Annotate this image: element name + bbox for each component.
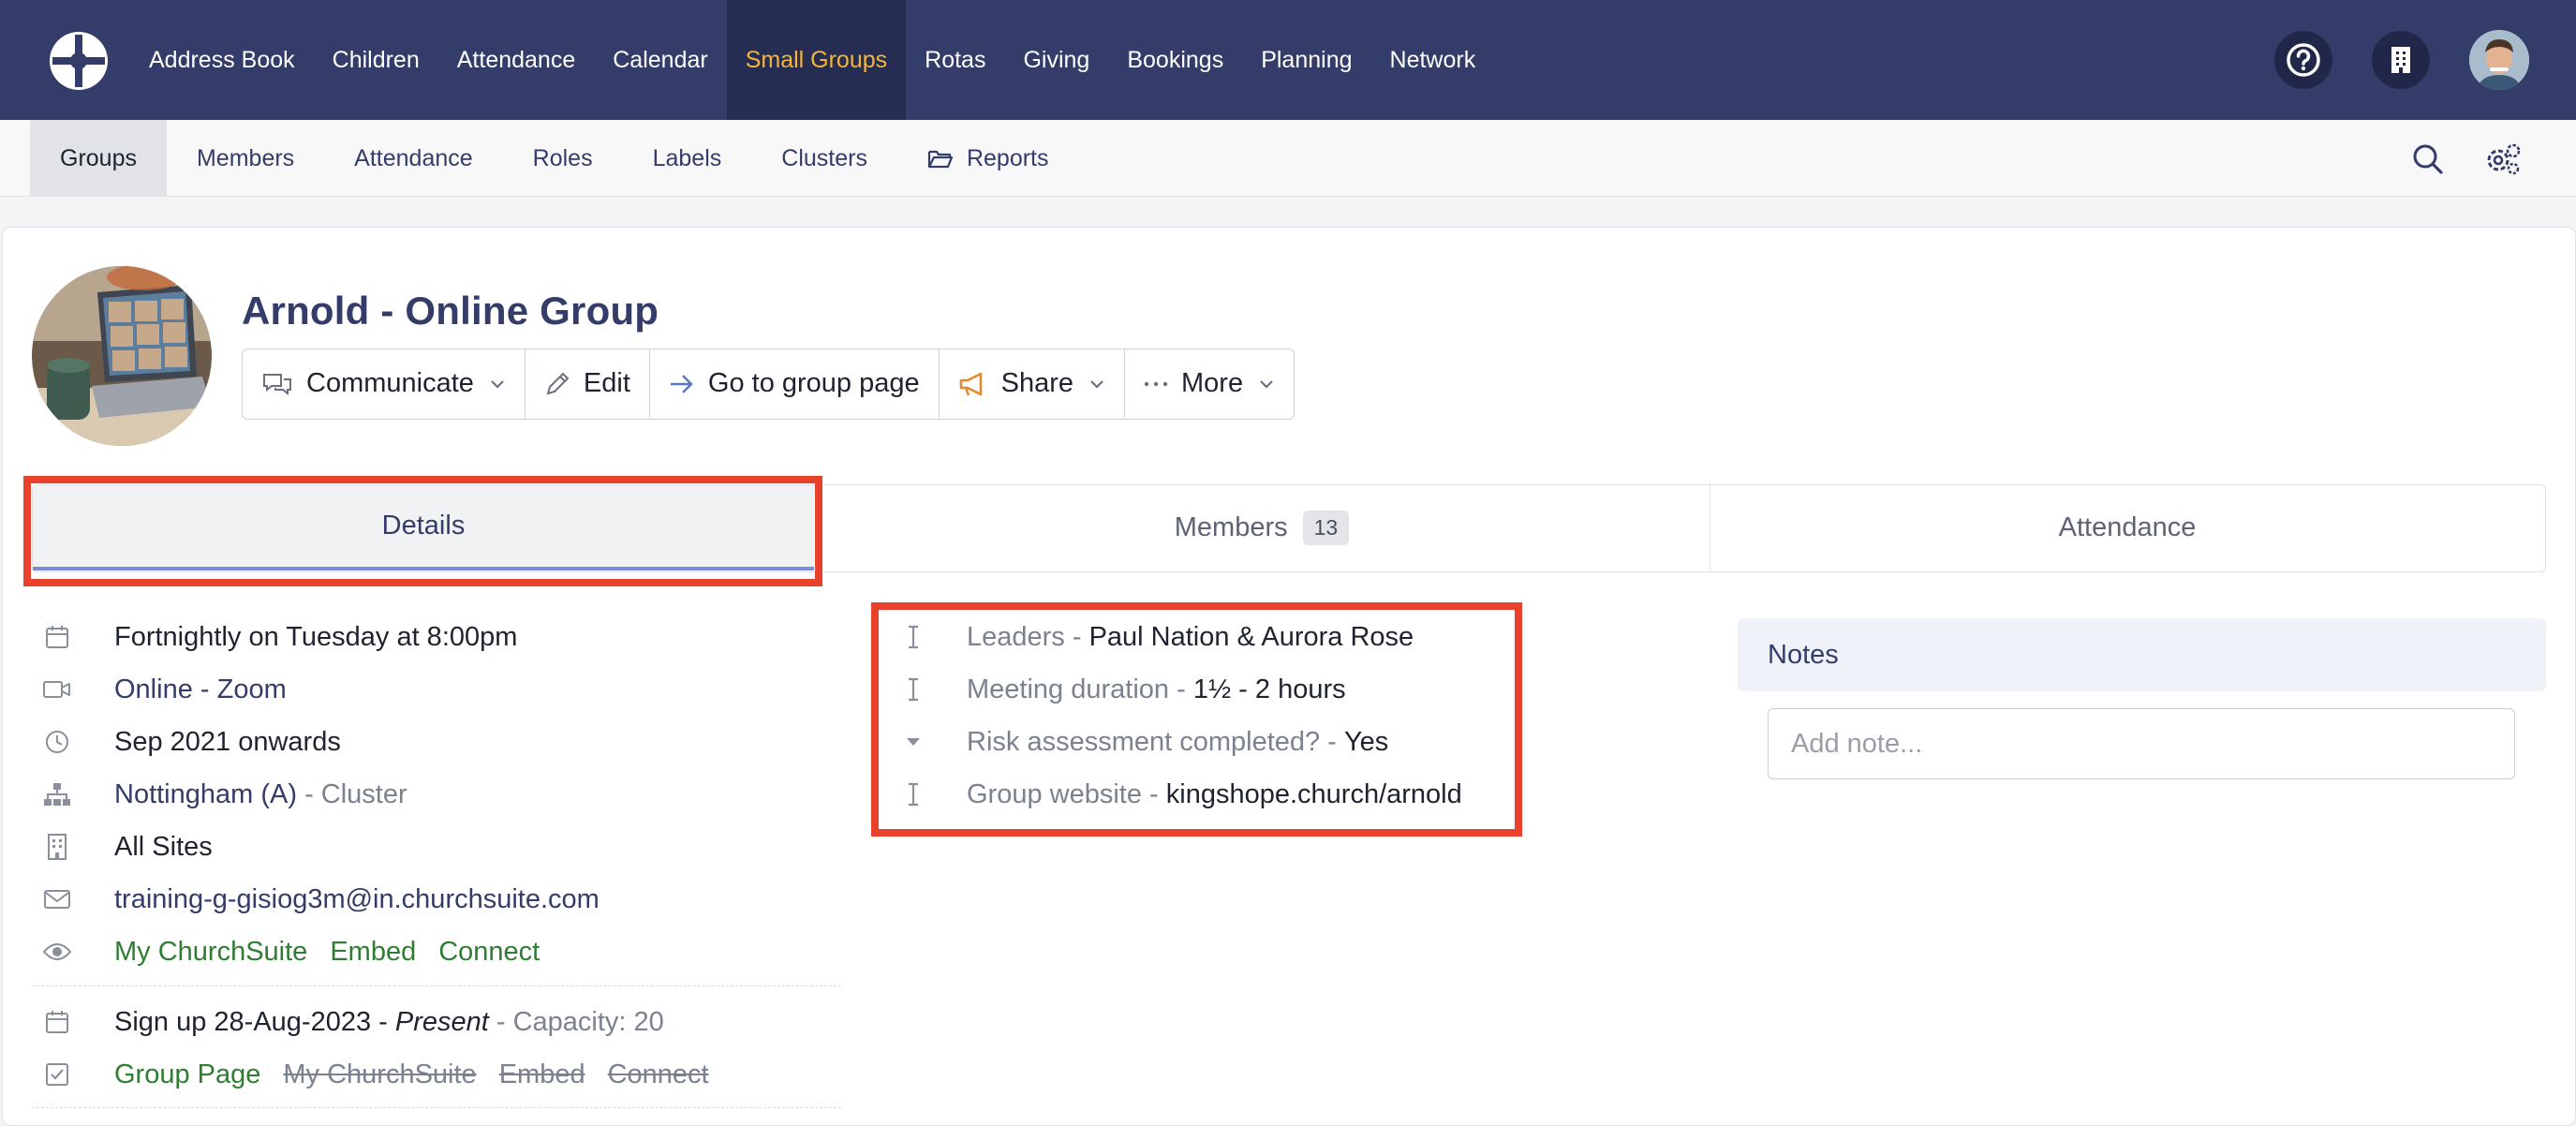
more-button[interactable]: More <box>1125 349 1294 418</box>
sites-button[interactable] <box>2372 31 2430 89</box>
subnav-item-members[interactable]: Members <box>167 120 324 197</box>
chevron-down-icon <box>489 378 506 390</box>
schedule-text: Fortnightly on Tuesday at 8:00pm <box>114 621 518 652</box>
detail-schedule: Fortnightly on Tuesday at 8:00pm <box>41 614 517 660</box>
detail-email: training-g-gisiog3m@in.churchsuite.com <box>41 876 600 923</box>
help-button[interactable] <box>2274 31 2332 89</box>
detail-signup-visibility: Group Page My ChurchSuite Embed Connect <box>41 1051 709 1098</box>
subnav-item-clusters[interactable]: Clusters <box>751 120 897 197</box>
site-text: All Sites <box>114 831 213 862</box>
sub-navigation-bar: Groups Members Attendance Roles Labels C… <box>0 120 2576 197</box>
sitemap-icon <box>41 781 73 807</box>
signup-group-page[interactable]: Group Page <box>114 1059 260 1090</box>
visibility-embed[interactable]: Embed <box>330 937 416 968</box>
group-action-bar: Communicate Edit Go to group page Share <box>242 348 1295 420</box>
subnav-item-groups[interactable]: Groups <box>30 120 167 197</box>
settings-button[interactable] <box>2482 139 2524 180</box>
tab-attendance[interactable]: Attendance <box>1710 485 2544 570</box>
members-count-badge: 13 <box>1302 511 1350 545</box>
search-button[interactable] <box>2407 139 2449 180</box>
eye-icon <box>41 941 73 962</box>
help-icon <box>2287 43 2320 77</box>
add-note-input[interactable] <box>1768 708 2515 779</box>
details-divider <box>32 1107 841 1108</box>
visibility-my-churchsuite[interactable]: My ChurchSuite <box>114 937 307 968</box>
signup-present: Present <box>394 1006 489 1037</box>
detail-cluster: Nottingham (A) - Cluster <box>41 771 407 818</box>
envelope-icon <box>41 888 73 911</box>
notes-header: Notes <box>1738 618 2546 691</box>
more-label: More <box>1181 368 1244 398</box>
dates-text: Sep 2021 onwards <box>114 726 341 757</box>
search-icon <box>2413 144 2443 174</box>
nav-item-small-groups[interactable]: Small Groups <box>726 0 907 120</box>
highlight-box-custom-fields <box>871 602 1522 837</box>
chat-icon <box>261 371 293 397</box>
edit-label: Edit <box>583 368 630 398</box>
pencil-icon <box>544 371 570 397</box>
signup-capacity: - Capacity: 20 <box>488 1006 664 1037</box>
cluster-link[interactable]: Nottingham (A) <box>114 779 297 810</box>
signup-my-churchsuite: My ChurchSuite <box>283 1059 477 1089</box>
signup-embed: Embed <box>498 1059 585 1089</box>
nav-item-children[interactable]: Children <box>314 0 438 120</box>
nav-item-network[interactable]: Network <box>1371 0 1495 120</box>
nav-item-bookings[interactable]: Bookings <box>1108 0 1242 120</box>
email-link[interactable]: training-g-gisiog3m@in.churchsuite.com <box>114 884 600 915</box>
tab-members-label: Members <box>1174 512 1288 542</box>
chevron-down-icon <box>1258 378 1275 390</box>
building-icon <box>2391 47 2410 73</box>
settings-icon <box>2487 143 2521 175</box>
clock-icon <box>41 729 73 755</box>
top-navigation-bar: Address Book Children Attendance Calenda… <box>0 0 2576 120</box>
detail-site: All Sites <box>41 823 213 870</box>
edit-button[interactable]: Edit <box>526 349 650 418</box>
arrow-right-icon <box>669 373 695 395</box>
nav-item-attendance[interactable]: Attendance <box>438 0 595 120</box>
share-button[interactable]: Share <box>940 349 1126 418</box>
highlight-box-details-tab <box>23 476 822 586</box>
nav-item-rotas[interactable]: Rotas <box>906 0 1004 120</box>
communicate-label: Communicate <box>306 368 474 398</box>
nav-item-address-book[interactable]: Address Book <box>130 0 314 120</box>
tab-members[interactable]: Members 13 <box>814 485 1710 570</box>
visibility-connect[interactable]: Connect <box>438 937 540 968</box>
detail-dates: Sep 2021 onwards <box>41 719 341 765</box>
group-title: Arnold - Online Group <box>242 289 659 333</box>
folder-open-icon <box>927 148 954 169</box>
communicate-button[interactable]: Communicate <box>243 349 526 418</box>
subnav-item-reports[interactable]: Reports <box>897 120 1079 197</box>
signup-prefix: Sign up 28-Aug-2023 - <box>114 1006 395 1037</box>
detail-signup: Sign up 28-Aug-2023 - Present - Capacity… <box>41 999 664 1045</box>
building-icon <box>41 833 73 861</box>
chevron-down-icon <box>1088 378 1105 390</box>
sub-nav: Groups Members Attendance Roles Labels C… <box>30 120 1079 197</box>
go-to-group-page-label: Go to group page <box>707 368 920 398</box>
subnav-reports-label: Reports <box>966 144 1049 171</box>
share-label: Share <box>1000 368 1074 398</box>
video-camera-icon <box>41 678 73 701</box>
user-avatar[interactable] <box>2469 30 2529 90</box>
megaphone-icon <box>958 371 988 397</box>
ellipsis-icon <box>1144 380 1168 388</box>
logo-icon[interactable] <box>47 29 111 93</box>
group-photo <box>32 266 212 446</box>
nav-item-planning[interactable]: Planning <box>1242 0 1370 120</box>
calendar-icon <box>41 1009 73 1035</box>
checkbox-icon <box>41 1062 73 1087</box>
cluster-suffix: - Cluster <box>297 778 407 809</box>
details-divider <box>32 985 841 986</box>
signup-connect: Connect <box>607 1059 709 1089</box>
subnav-item-attendance[interactable]: Attendance <box>324 120 503 197</box>
go-to-group-page-button[interactable]: Go to group page <box>650 349 940 418</box>
subnav-item-roles[interactable]: Roles <box>503 120 623 197</box>
subnav-item-labels[interactable]: Labels <box>623 120 752 197</box>
nav-item-giving[interactable]: Giving <box>1004 0 1108 120</box>
main-nav: Address Book Children Attendance Calenda… <box>130 0 1494 120</box>
calendar-icon <box>41 624 73 650</box>
nav-item-calendar[interactable]: Calendar <box>594 0 726 120</box>
detail-location: Online - Zoom <box>41 666 287 713</box>
detail-visibility: My ChurchSuite Embed Connect <box>41 928 540 975</box>
location-link[interactable]: Online - Zoom <box>114 674 287 705</box>
